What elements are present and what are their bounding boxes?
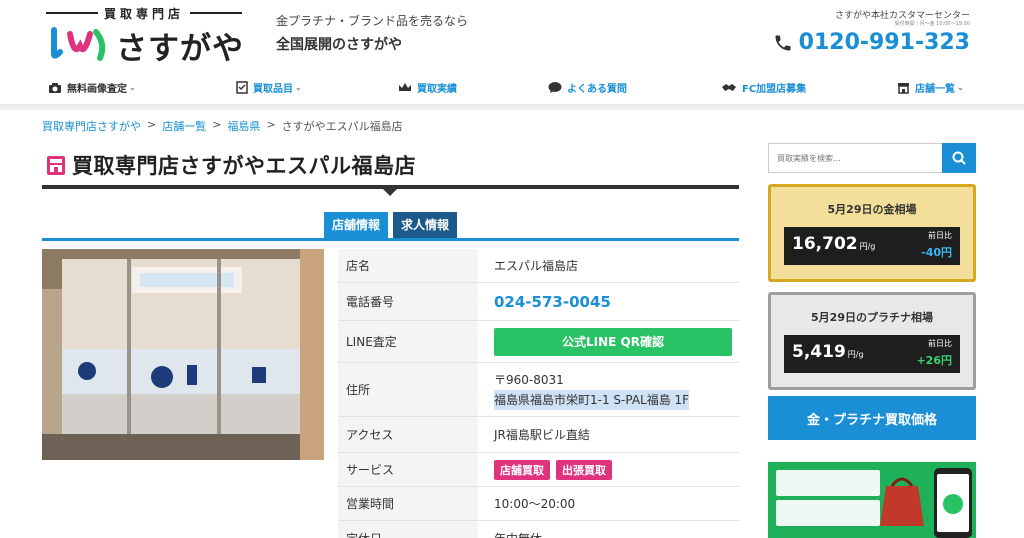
site-logo[interactable]: 買取専門店 さすがや — [46, 6, 266, 67]
store-services: 店舗買取 出張買取 — [494, 453, 739, 486]
platinum-price: 5,419 円/g — [792, 342, 864, 362]
nav-image-appraisal[interactable]: 無料画像査定 ⌄ — [48, 80, 136, 95]
table-row: サービス 店舗買取 出張買取 — [338, 453, 739, 487]
global-nav: 無料画像査定 ⌄ 買取品目 ⌄ 買取実績 よくある質問 FC加盟店募集 店舗一覧 ⌄ — [0, 76, 1024, 100]
table-row: 営業時間 10:00～20:00 — [338, 487, 739, 521]
customer-center-hours: 受付時間｜月～金 10:00～19:00 — [894, 21, 970, 27]
gold-rate-title: 5月29日の金相場 — [827, 203, 917, 216]
table-row: LINE査定 公式LINE QR確認 — [338, 321, 739, 363]
line-qr-button[interactable]: 公式LINE QR確認 — [494, 327, 732, 356]
line-banner-art — [768, 462, 976, 538]
store-photo — [42, 249, 324, 460]
nav-store-list[interactable]: 店舗一覧 ⌄ — [897, 80, 964, 95]
store-access: JR福島駅ビル直結 — [494, 428, 590, 442]
title-arrow — [383, 189, 397, 196]
table-row: 電話番号 024-573-0045 — [338, 283, 739, 321]
logo-name: さすがや — [116, 31, 244, 67]
store-holiday: 年中無休 — [494, 521, 739, 538]
header-tagline: 金プラチナ・ブランド品を売るなら — [276, 14, 469, 28]
handshake-icon — [722, 83, 736, 91]
header-phone-link[interactable]: 0120-991-323 — [773, 30, 970, 55]
table-row: アクセス JR福島駅ビル直結 — [338, 417, 739, 453]
row-label: 営業時間 — [338, 487, 478, 520]
service-badge: 店舗買取 — [494, 459, 550, 480]
logo-mark-icon — [51, 27, 106, 61]
header-phone-number: 0120-991-323 — [798, 30, 970, 55]
platinum-rate-card[interactable]: 5月29日のプラチナ相場 5,419 円/g 前日比 +26円 — [768, 292, 976, 390]
site-header: 買取専門店 さすがや 金プラチナ・ブランド品を売るなら 全国展開のさすがや さす… — [0, 0, 1024, 70]
logo-subtitle: 買取専門店 — [104, 6, 185, 21]
nav-divider — [0, 104, 1024, 110]
page-title: 買取専門店さすがやエスパル福島店 — [72, 154, 416, 178]
row-label: 定休日 — [338, 521, 478, 538]
diff-label: 前日比 — [928, 231, 952, 240]
checklist-icon — [236, 81, 248, 94]
row-label: 住所 — [338, 363, 478, 416]
row-label: 電話番号 — [338, 283, 478, 320]
store-phone-link[interactable]: 024-573-0045 — [494, 283, 739, 320]
nav-purchase-items[interactable]: 買取品目 ⌄ — [236, 80, 302, 95]
gold-price: 16,702 円/g — [792, 234, 876, 254]
breadcrumb-prefecture[interactable]: 福島県 — [227, 118, 260, 134]
shop-icon — [47, 156, 65, 175]
postal-code: 〒960-8031 — [494, 372, 564, 387]
chevron-down-icon: ⌄ — [129, 83, 136, 92]
platinum-rate-panel: 5,419 円/g 前日比 +26円 — [784, 335, 960, 373]
service-badge: 出張買取 — [556, 459, 612, 480]
breadcrumb-separator: > — [147, 118, 157, 131]
header-tagline-bold: 全国展開のさすがや — [276, 37, 402, 53]
sidebar-search — [768, 143, 976, 173]
store-hours: 10:00～20:00 — [494, 497, 576, 511]
platinum-rate-title: 5月29日のプラチナ相場 — [811, 311, 933, 324]
breadcrumb-store-list[interactable]: 店舗一覧 — [162, 118, 206, 134]
chevron-down-icon: ⌄ — [957, 83, 964, 92]
address-text: 福島県福島市栄町1-1 S-PAL福島 1F — [494, 389, 690, 410]
breadcrumb-home[interactable]: 買取専門店さすがや — [42, 118, 141, 134]
gold-rate-card[interactable]: 5月29日の金相場 16,702 円/g 前日比 -40円 — [768, 184, 976, 282]
phone-icon — [775, 35, 791, 50]
tab-underline — [42, 238, 739, 241]
table-row: 店名 エスパル福島店 — [338, 249, 739, 283]
tab-store-info[interactable]: 店舗情報 — [324, 212, 389, 238]
chevron-down-icon: ⌄ — [295, 83, 302, 92]
row-label: 店名 — [338, 249, 478, 282]
breadcrumb-current: さすがやエスパル福島店 — [281, 120, 403, 133]
nav-purchase-results[interactable]: 買取実績 — [398, 80, 457, 95]
nav-fc-recruitment[interactable]: FC加盟店募集 — [721, 80, 806, 95]
row-label: LINE査定 — [338, 321, 478, 362]
breadcrumb-separator: > — [266, 118, 276, 131]
breadcrumb: 買取専門店さすがや > 店舗一覧 > 福島県 > さすがやエスパル福島店 — [42, 118, 403, 134]
search-input[interactable] — [768, 143, 942, 173]
search-button[interactable] — [942, 143, 976, 173]
chat-bubble-icon — [548, 82, 562, 93]
store-icon — [898, 82, 909, 94]
gold-platinum-price-button[interactable]: 金・プラチナ買取価格 — [768, 396, 976, 440]
table-row: 住所 〒960-8031 福島県福島市栄町1-1 S-PAL福島 1F — [338, 363, 739, 417]
diff-label: 前日比 — [928, 339, 952, 348]
gold-diff: -40円 — [921, 246, 952, 259]
tab-job-info[interactable]: 求人情報 — [393, 212, 458, 238]
breadcrumb-separator: > — [212, 118, 222, 131]
platinum-diff: +26円 — [916, 354, 952, 367]
table-row: 定休日 年中無休 — [338, 521, 739, 538]
page-title-block: 買取専門店さすがやエスパル福島店 — [46, 150, 416, 180]
crown-icon — [399, 83, 411, 91]
nav-faq[interactable]: よくある質問 — [548, 80, 627, 95]
line-appraisal-banner[interactable] — [768, 462, 976, 538]
search-icon — [952, 151, 966, 165]
store-name: エスパル福島店 — [494, 259, 579, 273]
row-label: アクセス — [338, 417, 478, 452]
camera-icon — [49, 82, 61, 93]
logo-top-line: 買取専門店 — [46, 6, 266, 21]
row-label: サービス — [338, 453, 478, 486]
gold-rate-panel: 16,702 円/g 前日比 -40円 — [784, 227, 960, 265]
store-address: 〒960-8031 福島県福島市栄町1-1 S-PAL福島 1F — [494, 363, 739, 416]
